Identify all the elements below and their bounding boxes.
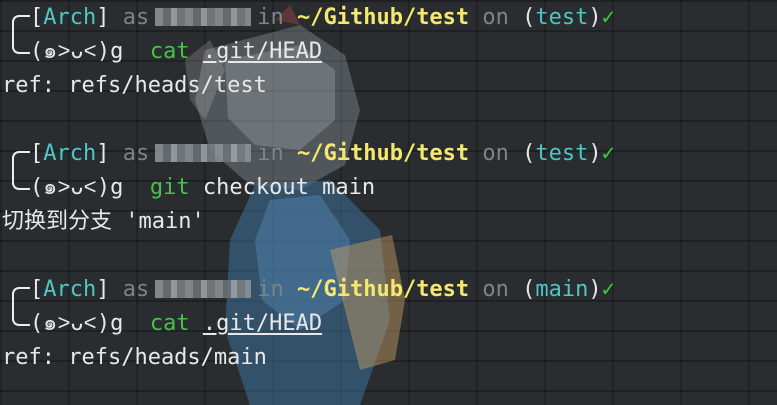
prompt-on: on (482, 141, 509, 166)
prompt-as: as (122, 5, 150, 30)
check-icon: ✓ (601, 141, 615, 166)
prompt-on: on (482, 277, 509, 302)
prompt-in: in (257, 5, 284, 30)
prompt-in: in (257, 141, 284, 166)
prompt-line: [Arch] as in ~/Github/test on (main)✓ (4, 273, 615, 311)
prompt-in: in (257, 277, 284, 302)
prompt-corner-top-icon (4, 273, 30, 311)
prompt-path: ~/Github/test (296, 141, 470, 166)
prompt-branch: test (535, 5, 589, 30)
command-line[interactable]: (๑˃ᴗ˂)g cat .git/HEAD (4, 307, 322, 341)
prompt-corner-bottom-icon (4, 307, 30, 341)
command-arg: main (322, 175, 376, 200)
prompt-as: as (122, 277, 150, 302)
username-redacted (155, 144, 252, 162)
prompt-distro: Arch (43, 141, 97, 166)
prompt-branch: main (535, 277, 589, 302)
prompt-path: ~/Github/test (296, 277, 470, 302)
prompt-face: (๑˃ᴗ˂)g (30, 311, 124, 336)
username-redacted (155, 280, 252, 298)
prompt-corner-top-icon (4, 1, 30, 39)
prompt-face: (๑˃ᴗ˂)g (30, 39, 124, 64)
command-name: cat (149, 39, 190, 64)
command-name: cat (149, 311, 190, 336)
prompt-on: on (482, 5, 509, 30)
prompt-face: (๑˃ᴗ˂)g (30, 175, 124, 200)
command-line[interactable]: (๑˃ᴗ˂)g cat .git/HEAD (4, 35, 322, 69)
prompt-corner-bottom-icon (4, 35, 30, 69)
check-icon: ✓ (601, 5, 615, 30)
prompt-corner-top-icon (4, 137, 30, 175)
check-icon: ✓ (601, 277, 615, 302)
prompt-as: as (122, 141, 150, 166)
prompt-line: [Arch] as in ~/Github/test on (test)✓ (4, 1, 615, 39)
command-output: 切换到分支 'main' (2, 209, 205, 234)
command-name: git (149, 175, 190, 200)
command-line[interactable]: (๑˃ᴗ˂)g git checkout main (4, 171, 375, 205)
terminal-window[interactable]: [Arch] as in ~/Github/test on (test)✓ (๑˃… (0, 0, 777, 405)
prompt-path: ~/Github/test (296, 5, 470, 30)
prompt-distro: Arch (43, 277, 97, 302)
command-arg-path: .git/HEAD (202, 39, 323, 64)
prompt-line: [Arch] as in ~/Github/test on (test)✓ (4, 137, 615, 175)
prompt-distro: Arch (43, 5, 97, 30)
command-arg-path: .git/HEAD (202, 311, 323, 336)
command-output: ref: refs/heads/main (2, 345, 267, 370)
username-redacted (155, 8, 252, 26)
command-output: ref: refs/heads/test (2, 73, 267, 98)
prompt-branch: test (535, 141, 589, 166)
prompt-corner-bottom-icon (4, 171, 30, 205)
command-arg: checkout (202, 175, 309, 200)
